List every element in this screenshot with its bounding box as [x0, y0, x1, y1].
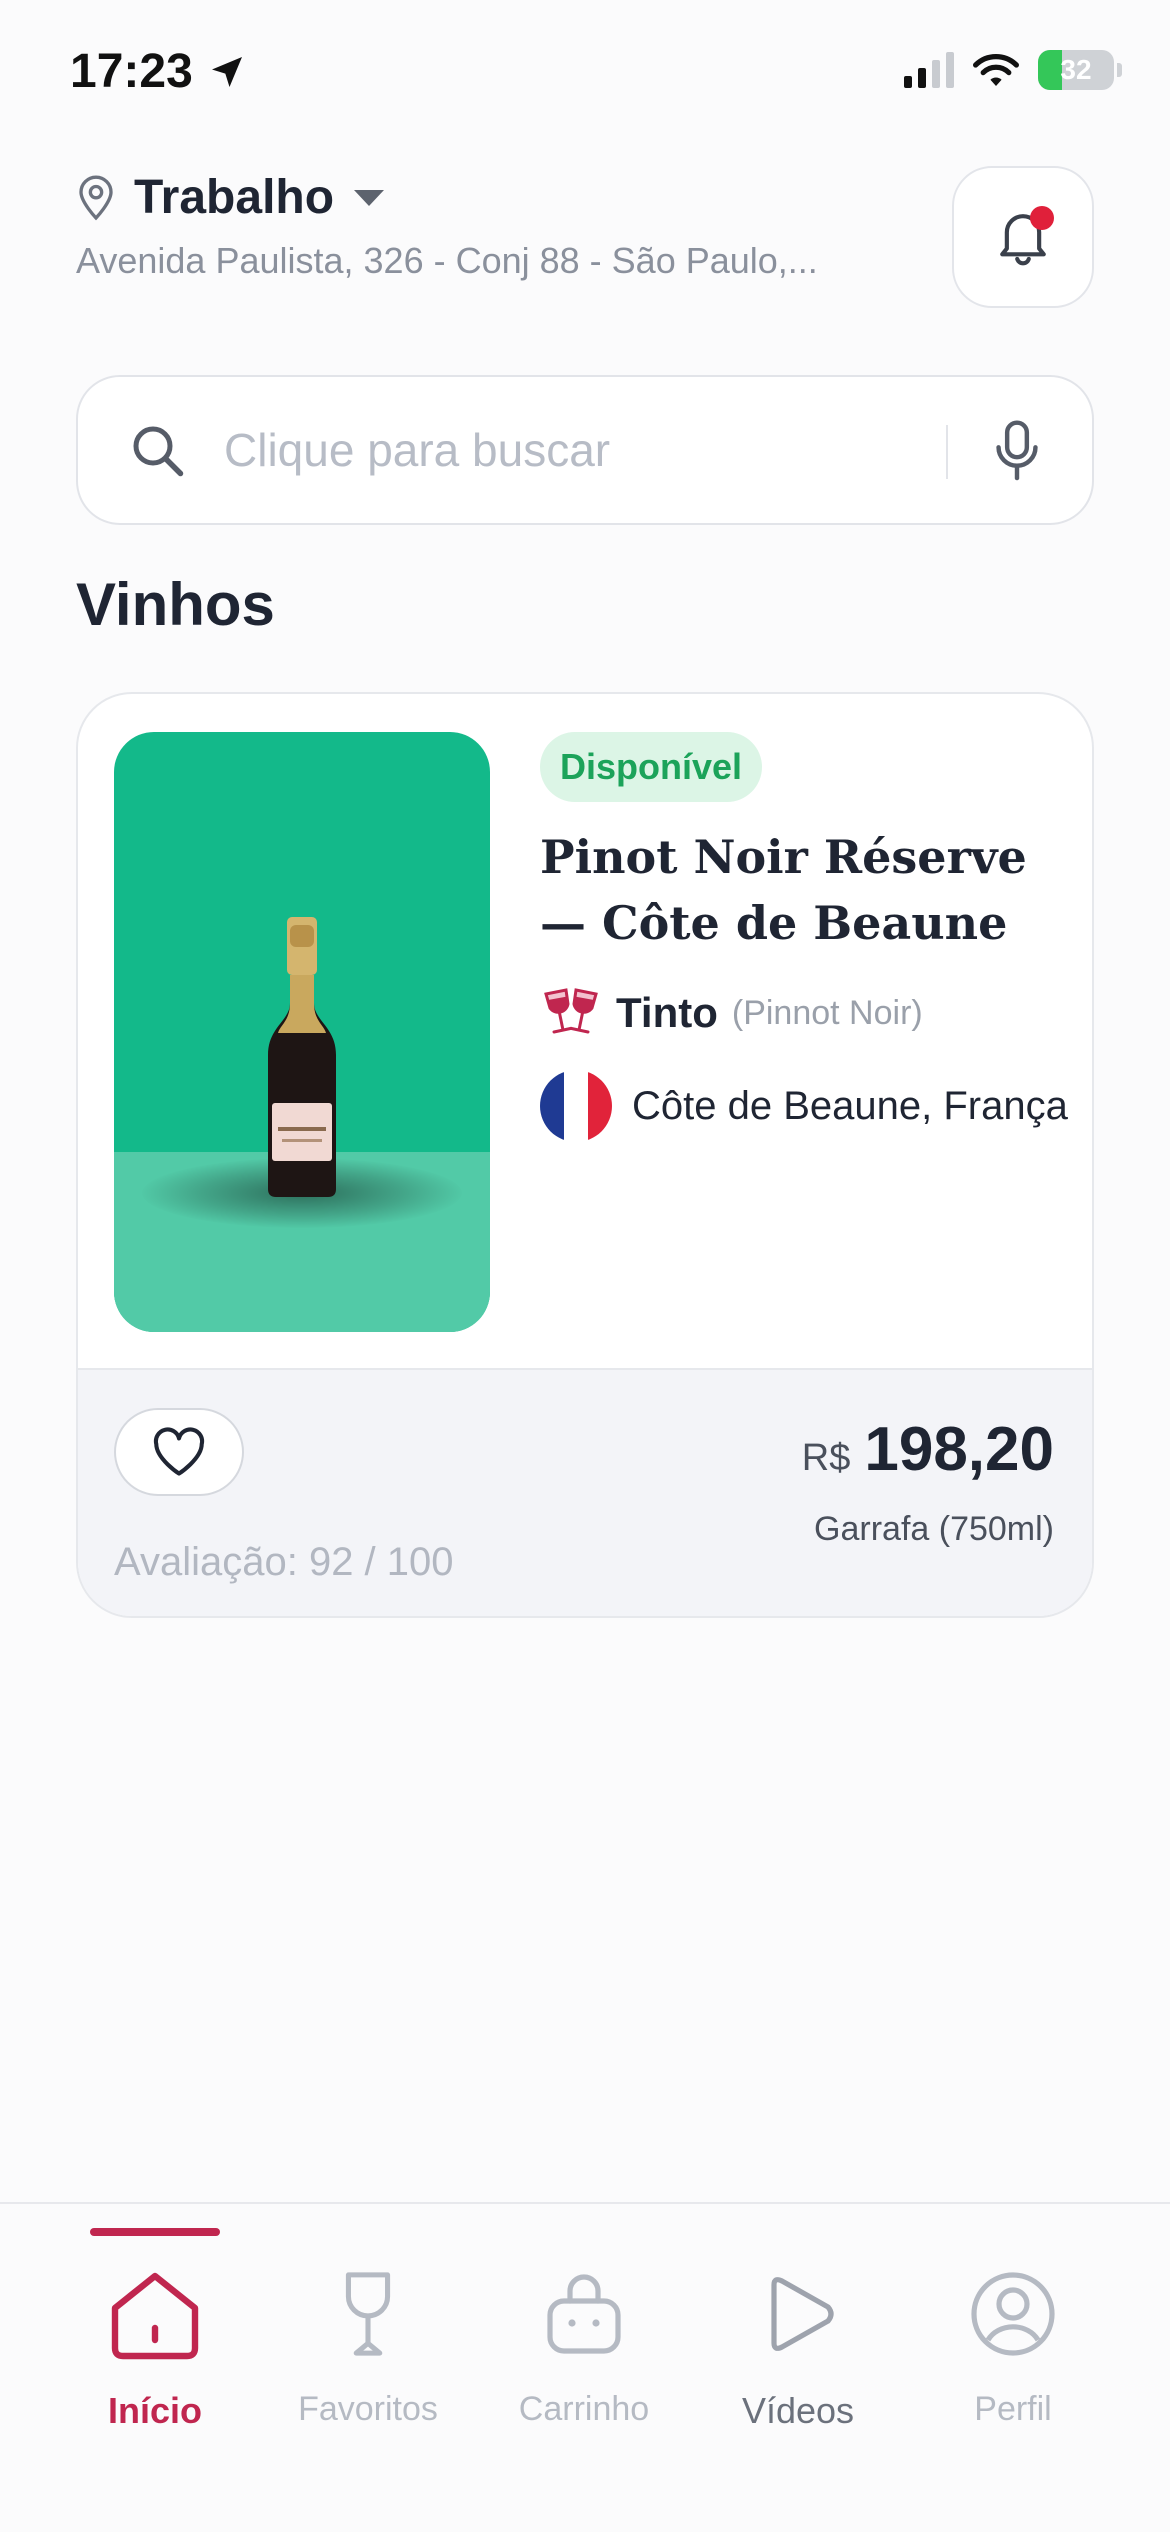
home-icon	[111, 2272, 199, 2360]
bottom-tab-bar: Início Favoritos Carrinho Vídeos Perfil	[0, 2202, 1170, 2532]
location-selector[interactable]: Trabalho	[76, 170, 386, 225]
cellular-signal-icon	[904, 52, 954, 88]
product-card[interactable]: Disponível Pinot Noir Réserve — Côte de …	[76, 692, 1094, 1618]
wine-bottle-icon	[268, 917, 336, 1197]
search-divider	[946, 425, 948, 479]
status-time: 17:23	[70, 44, 247, 99]
search-icon	[133, 426, 184, 477]
availability-badge: Disponível	[540, 732, 763, 802]
wine-grape: (Pinnot Noir)	[731, 993, 923, 1032]
notifications-button[interactable]	[952, 166, 1094, 308]
price-value: 198,20	[864, 1415, 1054, 1484]
tab-label: Vídeos	[741, 2390, 855, 2431]
tab-label: Perfil	[974, 2390, 1052, 2428]
battery-icon: 32	[1038, 50, 1122, 90]
microphone-icon[interactable]	[992, 419, 1042, 483]
basket-icon	[547, 2274, 621, 2354]
wine-glasses-icon	[544, 988, 598, 1034]
caret-down-icon	[354, 189, 385, 206]
wifi-icon	[973, 54, 1019, 86]
card-footer: Avaliação: 92 / 100 R$ 198,20 Garrafa (7…	[78, 1368, 1092, 1616]
status-indicators: 32	[904, 50, 1122, 90]
favorite-button[interactable]	[114, 1408, 244, 1496]
wine-origin: Côte de Beaune, França	[632, 1083, 1068, 1128]
location-arrow-icon	[211, 56, 242, 87]
app-screen: 17:23 32 Trabalho Avenida Paulista, 326 …	[0, 0, 1170, 2532]
map-pin-icon	[79, 175, 113, 220]
tab-label: Carrinho	[518, 2390, 650, 2428]
location-title: Trabalho	[134, 171, 335, 224]
location-address: Avenida Paulista, 326 - Conj 88 - São Pa…	[76, 240, 818, 281]
price: R$ 198,20	[802, 1414, 1054, 1485]
search-bar[interactable]: Clique para buscar	[76, 375, 1094, 525]
tab-perfil[interactable]: Perfil	[913, 2264, 1113, 2429]
search-input[interactable]: Clique para buscar	[224, 423, 610, 477]
wine-name: Pinot Noir Réserve — Côte de Beaune	[540, 830, 1027, 950]
profile-icon	[971, 2272, 1055, 2356]
wine-type-row: Tinto (Pinnot Noir)	[540, 984, 923, 1042]
section-title: Vinhos	[76, 571, 275, 638]
battery-percent: 32	[1060, 54, 1092, 85]
price-unit: Garrafa (750ml)	[814, 1510, 1054, 1548]
price-currency: R$	[801, 1437, 851, 1479]
tab-videos[interactable]: Vídeos	[698, 2264, 898, 2432]
notification-dot	[1030, 206, 1054, 230]
origin-row: Côte de Beaune, França	[540, 1070, 1068, 1142]
active-tab-indicator	[90, 2228, 220, 2236]
play-icon	[771, 2277, 834, 2351]
tab-label: Início	[107, 2390, 202, 2431]
status-time-text: 17:23	[70, 45, 193, 98]
france-flag-icon	[540, 1070, 612, 1142]
heart-icon	[153, 1427, 205, 1476]
tab-favoritos[interactable]: Favoritos	[268, 2264, 468, 2429]
tab-label: Favoritos	[298, 2390, 438, 2428]
wine-glass-icon	[345, 2272, 391, 2356]
product-image	[114, 732, 490, 1332]
tab-carrinho[interactable]: Carrinho	[484, 2264, 684, 2429]
wine-rating: Avaliação: 92 / 100	[114, 1540, 454, 1584]
tab-inicio[interactable]: Início	[55, 2264, 255, 2432]
wine-type: Tinto	[616, 989, 718, 1036]
